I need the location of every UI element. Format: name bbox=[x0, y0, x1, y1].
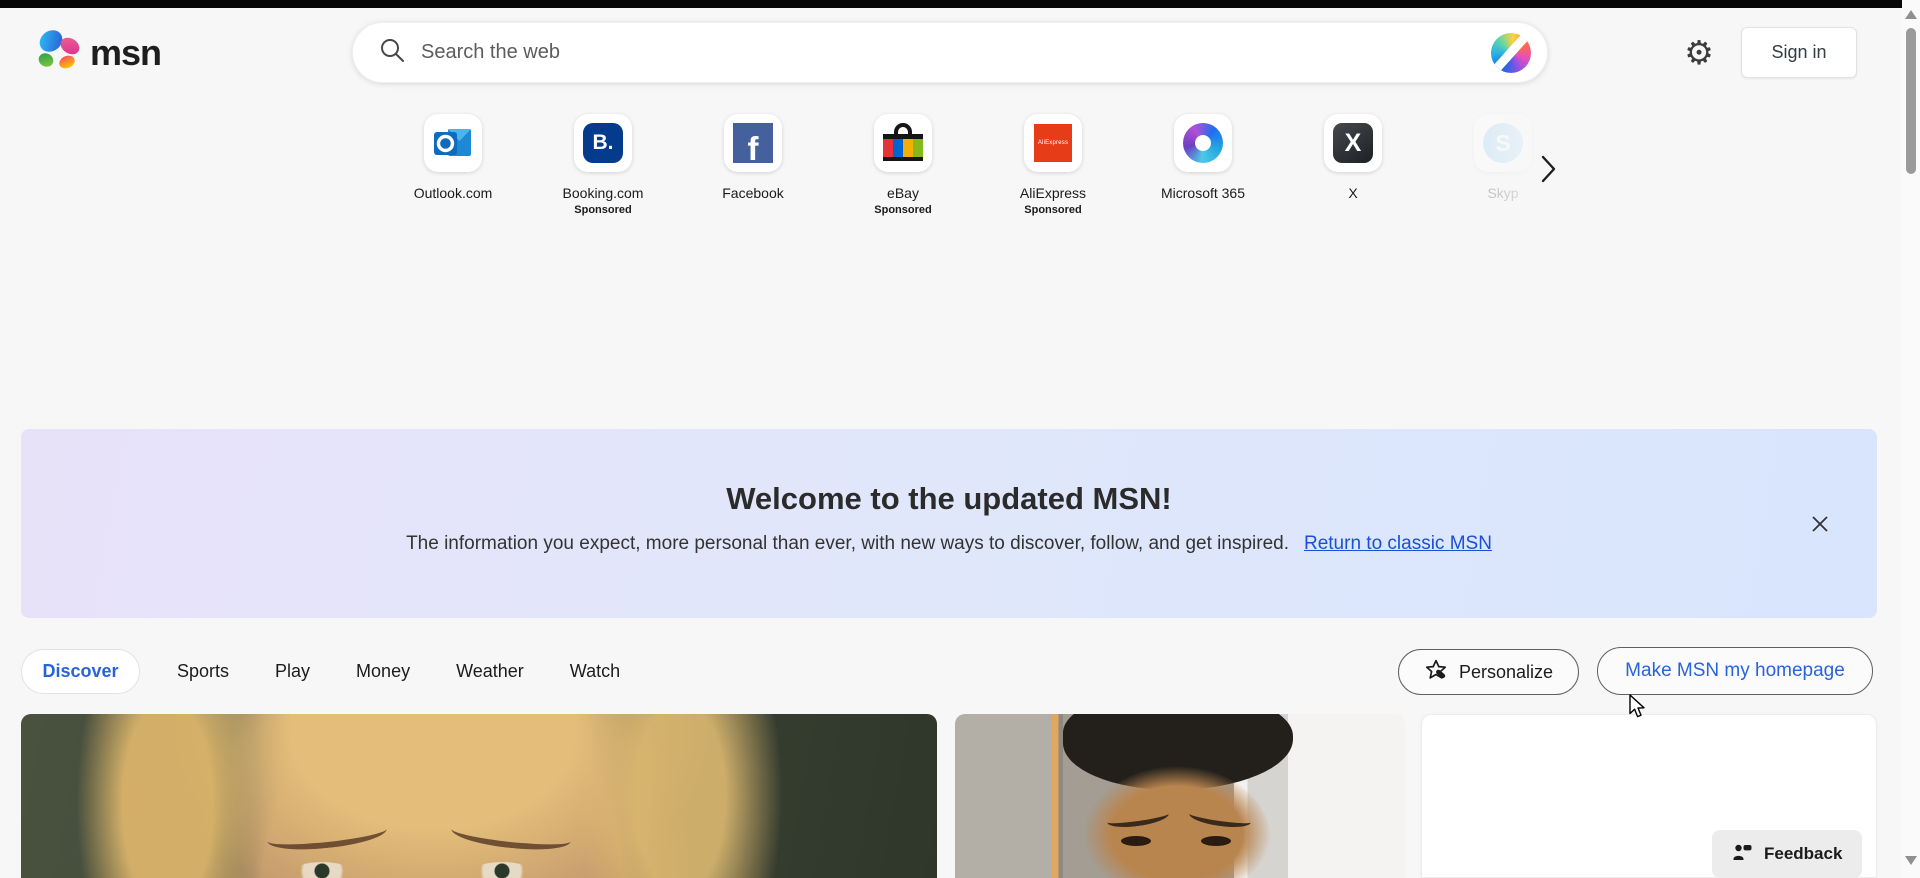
quick-link-label: eBay bbox=[887, 185, 919, 201]
quick-link-label: Outlook.com bbox=[413, 185, 493, 201]
scrollbar-up-arrow[interactable] bbox=[1905, 10, 1917, 19]
feedback-person-icon bbox=[1732, 842, 1752, 867]
search-input[interactable] bbox=[421, 41, 1491, 64]
news-card-image-boy[interactable] bbox=[955, 714, 1405, 878]
sponsored-tag: Sponsored bbox=[574, 204, 632, 216]
quick-link-label: Facebook bbox=[722, 185, 784, 201]
aliexpress-icon: AliExpress bbox=[1024, 114, 1082, 172]
personalize-label: Personalize bbox=[1458, 661, 1554, 682]
microsoft365-icon bbox=[1174, 114, 1232, 172]
tab-play[interactable]: Play bbox=[275, 661, 310, 682]
feedback-button[interactable]: Feedback bbox=[1712, 830, 1863, 878]
banner-title: Welcome to the updated MSN! bbox=[726, 481, 1172, 516]
x-icon: X bbox=[1324, 114, 1382, 172]
quick-link-x[interactable]: X X bbox=[1278, 114, 1428, 217]
booking-icon: B. bbox=[574, 114, 632, 172]
msn-butterfly-icon bbox=[37, 28, 83, 77]
settings-gear-icon[interactable]: ⚙ bbox=[1678, 31, 1720, 73]
tab-sports[interactable]: Sports bbox=[177, 661, 229, 682]
chevron-right-icon[interactable] bbox=[1535, 152, 1563, 186]
msn-logo[interactable]: msn bbox=[37, 28, 162, 77]
personalize-star-pencil-icon bbox=[1424, 658, 1448, 687]
scrollbar-down-arrow[interactable] bbox=[1905, 856, 1917, 865]
search-icon bbox=[379, 37, 405, 68]
tab-weather[interactable]: Weather bbox=[456, 661, 524, 682]
sign-in-button[interactable]: Sign in bbox=[1741, 27, 1857, 78]
quick-link-outlook[interactable]: Outlook.com bbox=[378, 114, 528, 217]
quick-link-label: AliExpress bbox=[1019, 185, 1087, 201]
quick-link-label: Booking.com bbox=[562, 185, 644, 201]
skype-icon: S bbox=[1474, 114, 1532, 172]
quick-link-facebook[interactable]: f Facebook bbox=[678, 114, 828, 217]
quick-link-label: Skyp bbox=[1487, 185, 1519, 201]
tab-watch[interactable]: Watch bbox=[570, 661, 620, 682]
feedback-label: Feedback bbox=[1764, 844, 1843, 863]
copilot-icon[interactable] bbox=[1491, 32, 1531, 73]
outlook-icon bbox=[424, 114, 482, 172]
msn-homepage: msn ⚙ Sign in Outlook.com bbox=[0, 0, 1920, 878]
ebay-icon bbox=[874, 114, 932, 172]
sponsored-tag: Sponsored bbox=[874, 204, 932, 216]
welcome-banner: Welcome to the updated MSN! The informat… bbox=[21, 429, 1877, 618]
return-to-classic-link[interactable]: Return to classic MSN bbox=[1304, 533, 1492, 555]
tab-discover[interactable]: Discover bbox=[21, 649, 140, 694]
make-msn-homepage-button[interactable]: Make MSN my homepage bbox=[1597, 647, 1873, 695]
tab-money[interactable]: Money bbox=[356, 661, 410, 682]
quick-link-microsoft365[interactable]: Microsoft 365 bbox=[1128, 114, 1278, 217]
quick-link-label: Microsoft 365 bbox=[1160, 185, 1246, 201]
top-black-strip bbox=[0, 0, 1902, 8]
quick-link-ebay[interactable]: eBay Sponsored bbox=[828, 114, 978, 217]
scrollbar-thumb[interactable] bbox=[1906, 28, 1916, 174]
msn-logo-text: msn bbox=[90, 31, 162, 73]
news-card-image-woman[interactable] bbox=[21, 714, 937, 878]
nav-tabs: Sports Play Money Weather Watch bbox=[177, 649, 620, 694]
sponsored-tag: Sponsored bbox=[1024, 204, 1082, 216]
banner-close-icon[interactable] bbox=[1807, 511, 1833, 537]
quick-links-row: Outlook.com B. Booking.com Sponsored f F… bbox=[378, 114, 1578, 217]
banner-subtitle: The information you expect, more persona… bbox=[406, 533, 1289, 554]
facebook-icon: f bbox=[724, 114, 782, 172]
quick-link-aliexpress[interactable]: AliExpress AliExpress Sponsored bbox=[978, 114, 1128, 217]
search-bar[interactable] bbox=[352, 22, 1548, 83]
quick-link-booking[interactable]: B. Booking.com Sponsored bbox=[528, 114, 678, 217]
quick-link-label: X bbox=[1348, 185, 1358, 201]
personalize-button[interactable]: Personalize bbox=[1398, 649, 1579, 695]
vertical-scrollbar[interactable] bbox=[1902, 0, 1920, 878]
